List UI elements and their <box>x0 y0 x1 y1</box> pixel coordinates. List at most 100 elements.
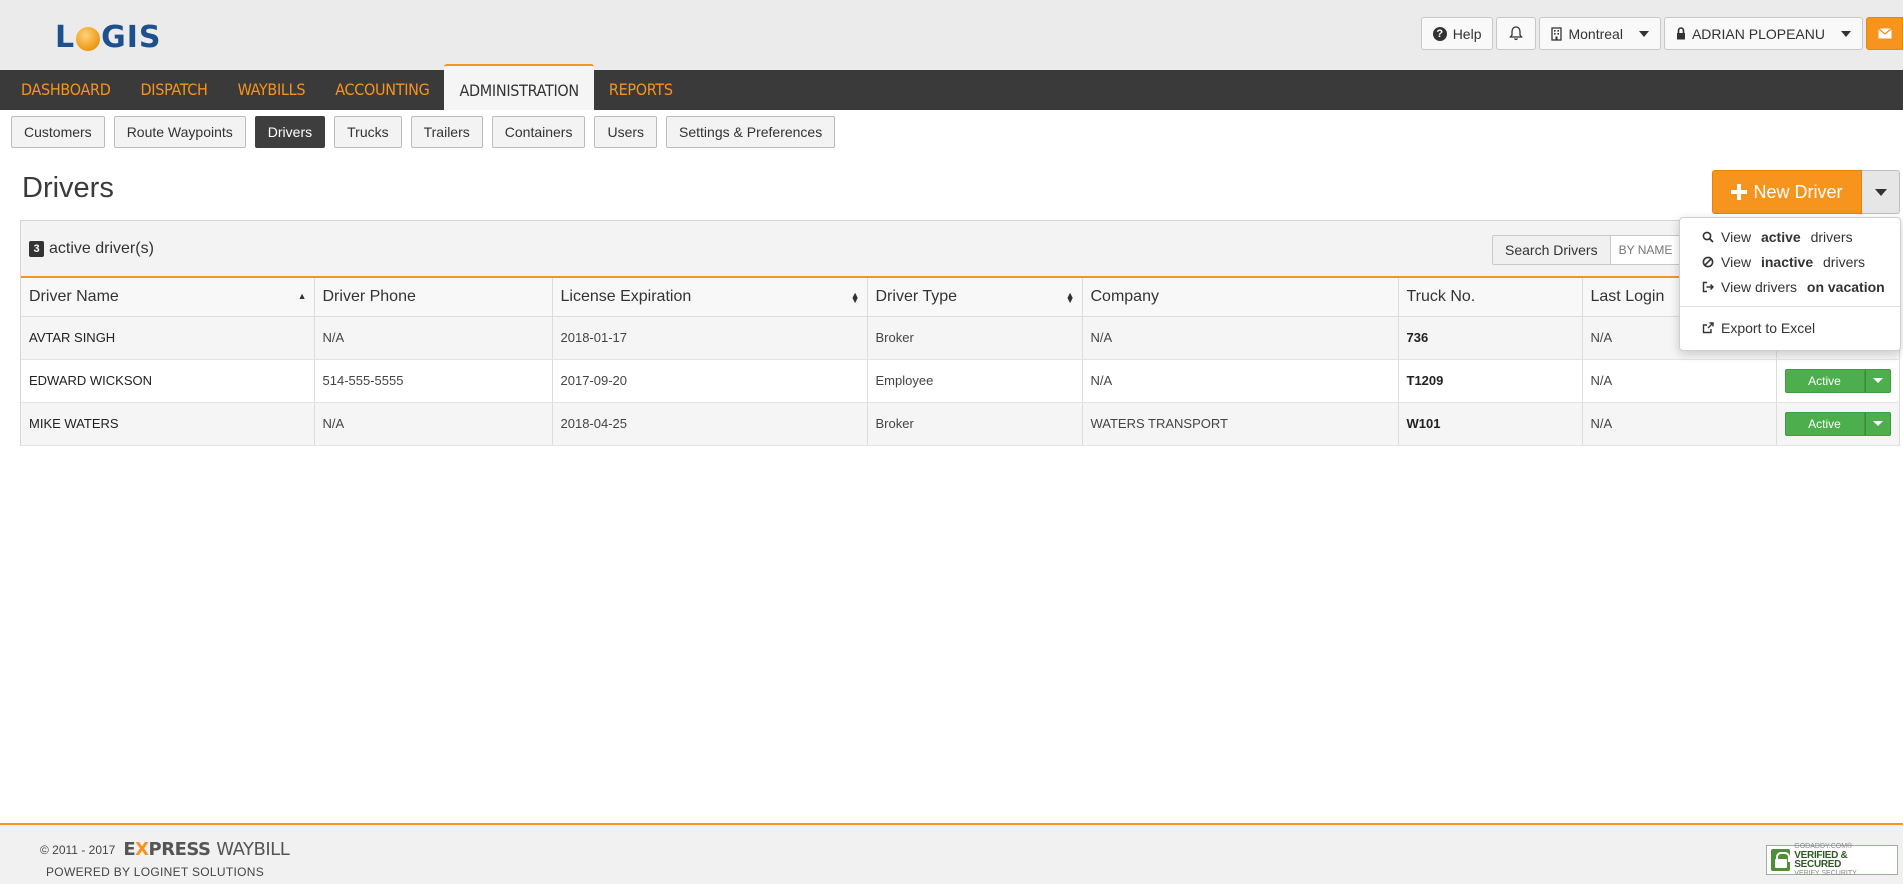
help-button[interactable]: ? Help <box>1420 17 1494 50</box>
user-label: ADRIAN PLOPEANU <box>1691 25 1825 42</box>
chevron-down-icon <box>1638 30 1649 37</box>
column-header-license-expiration[interactable]: License Expiration ▲ ▼ <box>552 278 868 317</box>
menu-view-active-drivers[interactable]: View active drivers <box>1680 224 1900 249</box>
column-header-company: Company <box>1082 278 1399 317</box>
security-seal[interactable]: GODADDY.COM® VERIFIED & SECURED VERIFY S… <box>1766 843 1898 877</box>
column-header-driver-type[interactable]: Driver Type ▲ ▼ <box>867 278 1083 317</box>
status-button[interactable]: Active <box>1784 368 1865 393</box>
powered-by: POWERED BY LOGINET SOLUTIONS <box>46 865 265 879</box>
drivers-table: Driver Name ▲ Driver Phone License Expira… <box>21 278 1900 446</box>
search-drivers-button[interactable]: Search Drivers <box>1492 235 1611 265</box>
express-waybill-logo: EXPRESS WAYBILL <box>123 839 290 860</box>
page-title: Drivers <box>22 172 114 204</box>
top-right-controls: ? Help Montreal ADRIAN PLOPEANU <box>1420 17 1903 50</box>
driver-phone-cell: 514-555-5555 <box>314 359 553 403</box>
nav-administration[interactable]: ADMINISTRATION <box>444 64 594 110</box>
copyright-text: © 2011 - 2017 <box>40 842 116 857</box>
menu-divider <box>1680 306 1900 307</box>
sort-icon: ▲ ▼ <box>850 290 860 305</box>
status-button[interactable]: Active <box>1784 411 1865 436</box>
subnav-trucks[interactable]: Trucks <box>334 116 402 148</box>
envelope-icon <box>1877 28 1892 39</box>
status-split-button: Active <box>1784 368 1891 393</box>
subnav-customers[interactable]: Customers <box>11 116 105 148</box>
truck-no-cell: W101 <box>1398 402 1583 446</box>
globe-icon <box>76 26 101 51</box>
column-header-driver-phone: Driver Phone <box>314 278 553 317</box>
last-login-cell: N/A <box>1582 359 1777 403</box>
subnav-containers[interactable]: Containers <box>491 116 586 148</box>
nav-reports[interactable]: REPORTS <box>594 70 688 110</box>
chevron-down-icon <box>1841 30 1851 37</box>
sub-nav: Customers Route Waypoints Drivers Trucks… <box>11 116 836 148</box>
location-dropdown[interactable]: Montreal <box>1539 17 1661 50</box>
copyright: © 2011 - 2017 EXPRESS WAYBILL <box>40 839 290 860</box>
driver-phone-cell: N/A <box>314 402 553 446</box>
top-bar: L GIS ? Help Montreal ADRIAN PLOPEANU <box>0 0 1903 70</box>
status-cell: Active <box>1776 402 1900 446</box>
menu-export-excel[interactable]: Export to Excel <box>1680 315 1900 340</box>
status-dropdown-toggle[interactable] <box>1864 368 1891 393</box>
table-row[interactable]: MIKE WATERS N/A 2018-04-25 Broker WATERS… <box>21 402 1900 446</box>
lock-icon <box>1771 849 1791 871</box>
status-dropdown-toggle[interactable] <box>1864 411 1891 436</box>
license-expiration-cell: 2018-01-17 <box>552 316 868 360</box>
lock-icon <box>1676 27 1685 40</box>
nav-accounting[interactable]: ACCOUNTING <box>320 70 444 110</box>
drivers-panel: 3 active driver(s) Search Drivers Driver… <box>20 220 1900 446</box>
chevron-down-icon <box>1874 188 1887 196</box>
driver-name-cell[interactable]: EDWARD WICKSON <box>21 359 315 403</box>
footer: © 2011 - 2017 EXPRESS WAYBILL POWERED BY… <box>0 823 1903 884</box>
building-icon <box>1551 26 1563 41</box>
column-header-driver-name[interactable]: Driver Name ▲ <box>21 278 315 317</box>
table-header-row: Driver Name ▲ Driver Phone License Expira… <box>21 278 1900 317</box>
driver-name-cell[interactable]: MIKE WATERS <box>21 402 315 446</box>
sort-asc-icon: ▲ <box>297 291 307 301</box>
main-nav: DASHBOARD DISPATCH WAYBILLS ACCOUNTING A… <box>0 64 1903 110</box>
location-label: Montreal <box>1568 25 1623 42</box>
driver-count: 3 active driver(s) <box>29 240 154 258</box>
search-icon <box>1701 230 1715 244</box>
new-driver-dropdown-toggle[interactable] <box>1862 170 1900 214</box>
driver-type-cell: Employee <box>867 359 1083 403</box>
new-driver-split-button: New Driver <box>1712 170 1900 214</box>
driver-type-cell: Broker <box>867 402 1083 446</box>
status-split-button: Active <box>1784 411 1891 436</box>
truck-no-cell: T1209 <box>1398 359 1583 403</box>
messages-button[interactable] <box>1866 17 1903 50</box>
company-cell: N/A <box>1082 316 1399 360</box>
user-menu-dropdown[interactable]: ADRIAN PLOPEANU <box>1663 17 1863 50</box>
company-cell: N/A <box>1082 359 1399 403</box>
subnav-trailers[interactable]: Trailers <box>410 116 483 148</box>
subnav-route-waypoints[interactable]: Route Waypoints <box>113 116 246 148</box>
count-label: active driver(s) <box>49 240 154 257</box>
column-header-truck-no: Truck No. <box>1398 278 1583 317</box>
new-driver-button[interactable]: New Driver <box>1712 170 1862 214</box>
help-label: Help <box>1452 25 1482 42</box>
driver-name-cell[interactable]: AVTAR SINGH <box>21 316 315 360</box>
menu-view-inactive-drivers[interactable]: View inactive drivers <box>1680 249 1900 274</box>
driver-phone-cell: N/A <box>314 316 553 360</box>
app-logo[interactable]: L GIS <box>55 20 162 55</box>
company-cell: WATERS TRANSPORT <box>1082 402 1399 446</box>
sort-icon: ▲ ▼ <box>1065 290 1075 305</box>
table-row[interactable]: AVTAR SINGH N/A 2018-01-17 Broker N/A 73… <box>21 316 1900 360</box>
truck-no-cell: 736 <box>1398 316 1583 360</box>
table-row[interactable]: EDWARD WICKSON 514-555-5555 2017-09-20 E… <box>21 359 1900 403</box>
nav-dispatch[interactable]: DISPATCH <box>126 70 223 110</box>
nav-waybills[interactable]: WAYBILLS <box>223 70 321 110</box>
plus-icon <box>1731 184 1748 200</box>
new-driver-dropdown-menu: View active drivers View inactive driver… <box>1679 217 1901 351</box>
license-expiration-cell: 2017-09-20 <box>552 359 868 403</box>
subnav-users[interactable]: Users <box>594 116 658 148</box>
subnav-drivers[interactable]: Drivers <box>254 116 326 148</box>
subnav-settings-preferences[interactable]: Settings & Preferences <box>666 116 836 148</box>
question-circle-icon: ? <box>1432 26 1447 41</box>
nav-dashboard[interactable]: DASHBOARD <box>0 70 126 110</box>
chevron-down-icon <box>1872 378 1883 383</box>
status-cell: Active <box>1776 359 1900 403</box>
notifications-button[interactable] <box>1496 17 1537 50</box>
menu-view-vacation-drivers[interactable]: View drivers on vacation <box>1680 274 1900 299</box>
panel-header: 3 active driver(s) Search Drivers <box>21 221 1899 278</box>
bell-icon <box>1509 26 1524 41</box>
